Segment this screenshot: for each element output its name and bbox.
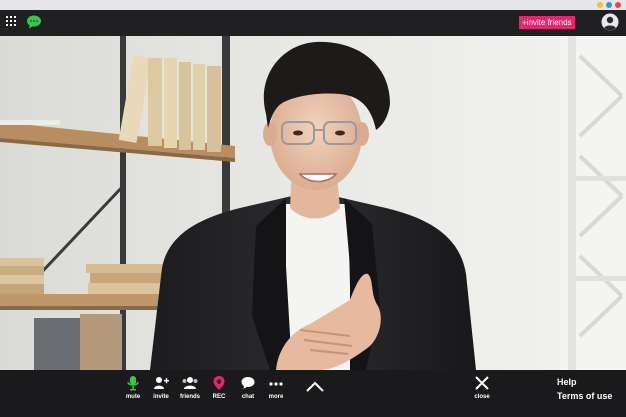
close-icon [475,376,489,390]
close-button[interactable]: close [467,373,497,407]
minimize-dot[interactable] [597,2,603,8]
close-label: close [474,394,490,400]
more-dots-icon [269,382,283,386]
mute-button[interactable]: mute [118,373,148,407]
friends-label: friends [179,394,200,400]
chat-bubble-icon[interactable] [26,14,42,30]
record-pin-icon [213,376,225,390]
close-window-dot[interactable] [615,2,621,8]
mute-label: mute [125,394,141,400]
bottom-control-bar: mute invite friends REC chat more close … [0,370,626,417]
participant-video-image [0,36,626,370]
grid-icon[interactable] [6,16,16,26]
add-user-icon [154,377,169,389]
help-link[interactable]: Help [557,377,577,388]
maximize-dot[interactable] [606,2,612,8]
invite-friends-button[interactable]: +invite friends [519,16,575,29]
terms-of-use-link[interactable]: Terms of use [557,391,612,402]
chat-label: chat [241,394,255,400]
record-button[interactable]: REC [204,373,234,407]
speech-bubble-icon [241,377,255,389]
microphone-icon [127,376,139,391]
more-button[interactable]: more [261,373,291,407]
chat-button[interactable]: chat [233,373,263,407]
more-label: more [268,394,284,400]
invite-label: invite [153,394,169,400]
users-icon [182,377,198,389]
friends-button[interactable]: friends [175,373,205,407]
chevron-up-icon[interactable] [305,381,325,393]
profile-icon[interactable] [601,13,619,31]
video-feed [0,36,626,370]
rec-label: REC [212,394,226,400]
top-bar: +invite friends [0,10,626,36]
invite-button[interactable]: invite [146,373,176,407]
